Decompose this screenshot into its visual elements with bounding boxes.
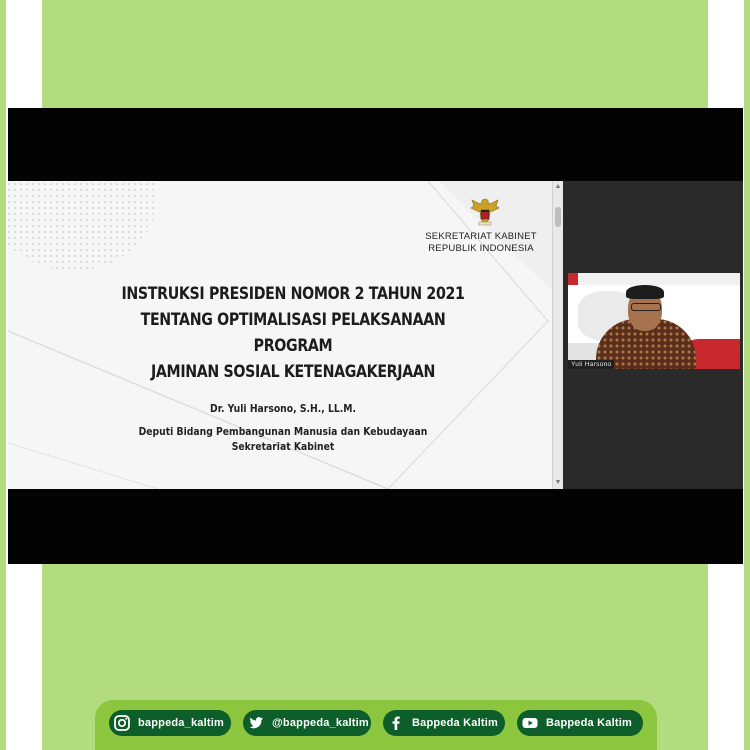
twitter-handle: @bappeda_kaltim xyxy=(272,717,369,729)
video-call-window: SEKRETARIAT KABINET REPUBLIK INDONESIA I… xyxy=(8,108,743,564)
presenter-role: Deputi Bidang Pembangunan Manusia dan Ke… xyxy=(138,425,428,455)
frame-top xyxy=(0,0,750,6)
organization-name: SEKRETARIAT KABINET REPUBLIK INDONESIA xyxy=(422,231,540,255)
social-media-bar: bappeda_kaltim @bappeda_kaltim Bappeda K… xyxy=(95,700,657,750)
scroll-down-icon[interactable]: ▼ xyxy=(554,479,562,487)
shared-screen-slide: SEKRETARIAT KABINET REPUBLIK INDONESIA I… xyxy=(8,181,563,489)
scroll-thumb[interactable] xyxy=(555,207,561,227)
role-line-1: Deputi Bidang Pembangunan Manusia dan Ke… xyxy=(138,426,428,438)
slide-title: INSTRUKSI PRESIDEN NOMOR 2 TAHUN 2021 TE… xyxy=(108,281,478,385)
twitter-icon xyxy=(246,713,266,733)
tile-banner xyxy=(568,273,740,285)
facebook-page: Bappeda Kaltim xyxy=(412,717,498,729)
title-line-2: TENTANG OPTIMALISASI PELAKSANAAN PROGRAM xyxy=(140,310,446,355)
org-line-1: SEKRETARIAT KABINET xyxy=(425,231,537,242)
participant-name-tag: Yuli Harsono xyxy=(568,360,615,369)
garuda-emblem-icon xyxy=(468,195,502,229)
participant-panel: Yuli Harsono xyxy=(563,181,743,489)
facebook-link[interactable]: Bappeda Kaltim xyxy=(383,710,505,736)
title-line-1: INSTRUKSI PRESIDEN NOMOR 2 TAHUN 2021 xyxy=(121,284,465,303)
instagram-handle: bappeda_kaltim xyxy=(138,717,224,729)
scroll-up-icon[interactable]: ▲ xyxy=(554,183,562,191)
twitter-link[interactable]: @bappeda_kaltim xyxy=(243,710,371,736)
org-line-2: REPUBLIK INDONESIA xyxy=(428,243,534,254)
youtube-icon xyxy=(520,713,540,733)
participant-hair xyxy=(626,285,664,299)
title-line-3: JAMINAN SOSIAL KETENAGAKERJAAN xyxy=(150,362,436,381)
youtube-link[interactable]: Bappeda Kaltim xyxy=(517,710,643,736)
tile-banner-accent xyxy=(568,273,578,285)
instagram-icon xyxy=(112,713,132,733)
role-line-2: Sekretariat Kabinet xyxy=(231,441,335,453)
facebook-icon xyxy=(386,713,406,733)
youtube-channel: Bappeda Kaltim xyxy=(546,717,632,729)
slide-scrollbar[interactable]: ▲ ▼ xyxy=(552,181,563,489)
presenter-name: Dr. Yuli Harsono, S.H., LL.M. xyxy=(210,403,356,415)
instagram-link[interactable]: bappeda_kaltim xyxy=(109,710,231,736)
participant-video-tile[interactable]: Yuli Harsono xyxy=(568,273,740,369)
participant-glasses xyxy=(631,303,661,311)
